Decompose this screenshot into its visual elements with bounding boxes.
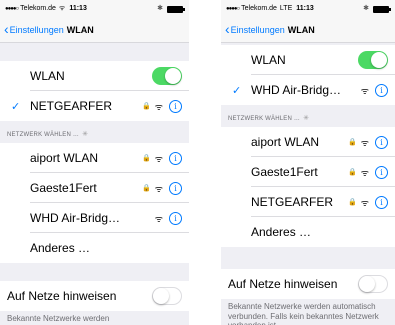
spinner-icon: ✳ [303,115,310,122]
section-header: NETZWERK WÄHLEN … ✳ [0,121,189,143]
wifi-status-icon: ᯤ [58,5,66,12]
network-name: WHD Air-Bridg… [30,211,121,225]
wlan-toggle[interactable] [152,67,182,85]
ask-to-join-toggle[interactable] [152,287,182,305]
carrier-name: Telekom.de [20,5,56,12]
info-icon[interactable]: i [375,165,388,179]
network-row[interactable]: aiport WLAN 🔒 ᯤ i [221,127,395,157]
page-title: WLAN [287,24,315,35]
network-row[interactable]: Gaeste1Fert 🔒 ᯤ i [221,157,395,187]
connected-network-row[interactable]: ✓ NETGEARFER 🔒 ᯤ i [0,91,189,121]
footer-text: Bekannte Netzwerke werden automatisch ve… [228,302,379,325]
info-icon[interactable]: i [169,99,182,113]
lock-icon: 🔒 [142,185,151,192]
network-row[interactable]: aiport WLAN 🔒 ᯤ i [0,143,189,173]
clock: 11:13 [296,5,314,12]
back-button[interactable]: ‹ Einstellungen [4,20,64,37]
checkmark-icon: ✓ [11,100,21,113]
other-network-row[interactable]: Anderes … [0,233,189,263]
clock: 11:13 [69,5,87,12]
network-type: LTE [279,5,293,12]
network-name: WHD Air-Bridg… [251,83,342,97]
info-icon[interactable]: i [169,151,182,165]
info-icon[interactable]: i [375,195,388,209]
bluetooth-icon: ✱ [363,5,369,12]
section-header: NETZWERK WÄHLEN … ✳ [221,105,395,127]
chevron-left-icon: ‹ [4,20,9,37]
phone-screen-left: ●●●●○ Telekom.de ᯤ 11:13 ✱ ‹ Einstellung… [0,0,189,325]
navigation-bar: ‹ Einstellungen WLAN [221,17,395,43]
ask-to-join-toggle[interactable] [358,275,388,293]
page-title: WLAN [66,24,94,35]
lock-icon: 🔒 [142,155,151,162]
ask-to-join-label: Auf Netze hinweisen [228,277,338,291]
wifi-icon: ᯤ [360,197,369,208]
phone-screen-right: ●●●●○ Telekom.de LTE 11:13 ✱ ‹ Einstellu… [221,0,395,325]
section-header-label: NETZWERK WÄHLEN … [228,116,301,122]
connected-network-row[interactable]: ✓ WHD Air-Bridg… ᯤ i [221,75,395,105]
info-icon[interactable]: i [375,135,388,149]
lock-icon: 🔒 [142,103,151,110]
ask-to-join-label: Auf Netze hinweisen [7,289,117,303]
signal-strength-icon: ●●●●○ [5,5,19,12]
network-row[interactable]: WHD Air-Bridg… ᯤ i [0,203,189,233]
status-bar: ●●●●○ Telekom.de ᯤ 11:13 ✱ [0,0,189,17]
battery-icon [167,6,185,13]
lock-icon: 🔒 [348,139,357,146]
lock-icon: 🔒 [348,199,357,206]
wifi-icon: ᯤ [360,137,369,148]
section-header-label: NETZWERK WÄHLEN … [7,132,80,138]
back-button[interactable]: ‹ Einstellungen [225,20,285,37]
lock-icon: 🔒 [348,169,357,176]
ask-to-join-row: Auf Netze hinweisen [0,281,189,311]
checkmark-icon: ✓ [232,84,242,97]
info-icon[interactable]: i [375,83,388,97]
ask-to-join-row: Auf Netze hinweisen [221,269,395,299]
network-name: NETGEARFER [251,195,334,209]
battery-icon [373,6,391,13]
wlan-label: WLAN [251,53,286,67]
spinner-icon: ✳ [82,131,89,138]
bluetooth-icon: ✱ [157,5,163,12]
wlan-toggle-row: WLAN [0,61,189,91]
wifi-icon: ᯤ [154,153,163,164]
other-network-label: Anderes … [30,241,91,255]
footer-text: Bekannte Netzwerke werden [7,314,110,323]
back-button-label: Einstellungen [9,24,64,35]
back-button-label: Einstellungen [230,24,285,35]
wlan-label: WLAN [30,69,65,83]
network-name: Gaeste1Fert [251,165,318,179]
wifi-icon: ᯤ [360,167,369,178]
status-bar: ●●●●○ Telekom.de LTE 11:13 ✱ [221,0,395,17]
wifi-icon: ᯤ [360,85,369,96]
navigation-bar: ‹ Einstellungen WLAN [0,17,189,43]
wifi-icon: ᯤ [154,183,163,194]
wlan-toggle-row: WLAN [221,45,395,75]
signal-strength-icon: ●●●●○ [226,5,240,12]
network-row[interactable]: NETGEARFER 🔒 ᯤ i [221,187,395,217]
wifi-icon: ᯤ [154,101,163,112]
network-name: aiport WLAN [251,135,320,149]
info-icon[interactable]: i [169,181,182,195]
network-name: NETGEARFER [30,99,113,113]
network-row[interactable]: Gaeste1Fert 🔒 ᯤ i [0,173,189,203]
network-name: Gaeste1Fert [30,181,97,195]
chevron-left-icon: ‹ [225,20,230,37]
network-name: aiport WLAN [30,151,99,165]
other-network-label: Anderes … [251,225,312,239]
wifi-icon: ᯤ [154,213,163,224]
wlan-toggle[interactable] [358,51,388,69]
info-icon[interactable]: i [169,211,182,225]
carrier-name: Telekom.de [241,5,277,12]
other-network-row[interactable]: Anderes … [221,217,395,247]
